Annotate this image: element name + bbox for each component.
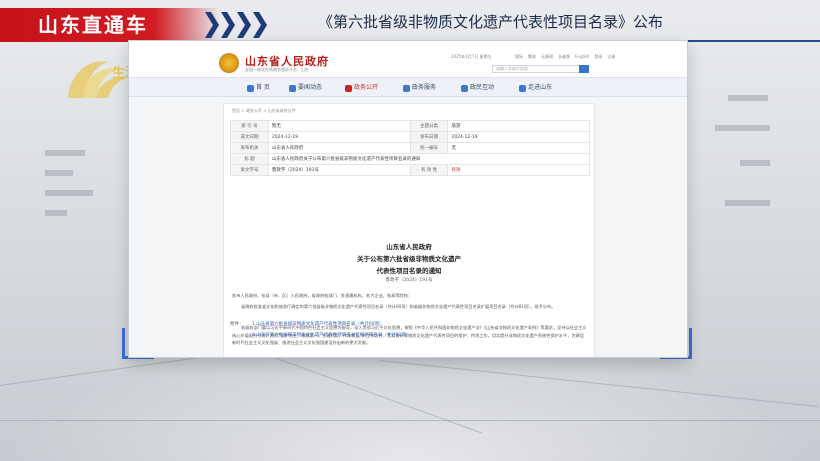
channel-logo: 山东直通车 [38,13,148,37]
meta-value: 暂无 [267,120,411,132]
government-webpage: 山东省人民政府 全国一体化在线政务服务平台 · 山东 2025年3月7日 星期五… [128,40,688,358]
chevron-decoration [205,12,267,38]
document-issuer: 山东省人民政府 [386,243,432,251]
chevron-right-icon [253,12,267,38]
document-icon [345,84,352,92]
meta-label: 主题分类 [409,120,449,132]
meta-label: 有 效 性 [409,164,449,176]
breadcrumb: 首页 > 政务公开 > 山东省政府文件 [232,108,296,113]
meta-value: 2024-12-19 [447,131,590,143]
nav-item-services[interactable]: 政务服务 [403,78,436,98]
document-title: 关于公布第六批省级非物质文化遗产 [357,255,461,263]
header-link[interactable]: 注册 [607,54,615,60]
national-emblem-icon [219,53,239,73]
attachment-link[interactable]: 1.山东省第六批省级非物质文化遗产代表性项目名录（共计60项） [252,321,384,327]
table-row: 发布机关 山东省人民政府 统一编号 无 [230,142,590,154]
table-row: 发文字号 鲁政字〔2024〕191号 有 效 性 有效 [230,164,590,176]
meta-value: 鲁政字〔2024〕191号 [267,164,411,176]
nav-item-news[interactable]: 要闻动态 [289,78,322,98]
decor-bar [740,160,770,166]
main-nav: 首 页 要闻动态 政务公开 政务服务 政民互动 走进山东 [129,77,687,97]
frame-corner [689,328,692,358]
news-icon [289,84,296,92]
header-links: 国际 繁体 无障碍 长者版 English 登录 注册 [515,54,615,60]
nav-label: 走进山东 [528,84,553,91]
decor-bar [45,150,85,156]
nav-item-interaction[interactable]: 政民互动 [461,78,494,98]
attachment-link[interactable]: 2.山东省第六批省级非物质文化遗产代表性项目名录扩展项目名录（共计81项） [252,332,411,338]
body-paragraph: 省政府批准省文化和旅游厅确定的第六批省级非物质文化遗产代表性项目名录（共计60项… [241,304,556,309]
chevron-right-icon [221,12,235,38]
meta-label: 索 引 号 [230,120,269,132]
document-metadata-table: 索 引 号 暂无 主题分类 旅游 成文日期 2024-12-19 发布日期 20… [230,120,591,176]
header-link[interactable]: English [575,54,589,60]
meta-label: 成文日期 [230,131,269,143]
decor-bar [45,210,67,216]
meta-value: 旅游 [447,120,590,132]
meta-label: 统一编号 [409,142,449,154]
chevron-right-icon [237,12,251,38]
nav-label: 要闻动态 [298,84,323,91]
table-row: 成文日期 2024-12-19 发布日期 2024-12-19 [230,131,590,143]
header-link[interactable]: 登录 [594,54,602,60]
meta-label: 发布日期 [409,131,449,143]
landmark-icon [519,84,526,92]
search-button[interactable] [579,65,589,73]
nav-label: 政务公开 [354,84,379,91]
site-subtitle: 全国一体化在线政务服务平台 · 山东 [245,67,309,72]
header-link[interactable]: 繁体 [528,54,536,60]
decor-bar [725,200,770,206]
home-icon [247,84,254,92]
validity-status: 有效 [447,164,590,176]
meta-value: 无 [447,142,590,154]
frame-corner [122,328,125,358]
meta-value: 2024-12-19 [267,131,411,143]
floor-glow [0,341,820,461]
document-title-line: 代表性项目名录的通知 [376,267,442,275]
news-headline: 《第六批省级非物质文化遗产代表性项目名录》公布 [318,13,664,31]
attachments-block: 附件： 1.山东省第六批省级非物质文化遗产代表性项目名录（共计60项） 2.山东… [222,321,582,347]
decor-bar [715,125,770,131]
site-header: 山东省人民政府 全国一体化在线政务服务平台 · 山东 2025年3月7日 星期五… [129,41,687,77]
table-row: 索 引 号 暂无 主题分类 旅游 [230,120,590,132]
document-number: 鲁政字〔2024〕191号 [385,278,433,283]
search-input[interactable]: 请输入关键字搜索 [492,65,580,73]
nav-item-about-shandong[interactable]: 走进山东 [519,78,552,98]
service-icon [403,84,410,92]
document-panel: 首页 > 政务公开 > 山东省政府文件 索 引 号 暂无 主题分类 旅游 成文日… [223,103,595,357]
decor-bar [728,95,768,101]
salutation: 各市人民政府，各县（市、区）人民政府，省政府各部门、各直属机构，各大企业，各高等… [232,293,413,298]
nav-label: 政民互动 [470,84,495,91]
nav-item-public-affairs[interactable]: 政务公开 [345,78,378,98]
meta-value: 山东省人民政府 [267,142,411,154]
meta-value: 山东省人民政府关于公布第六批省级非物质文化遗产代表性项目名录的通知 [267,153,591,165]
header-link[interactable]: 长者版 [558,54,570,60]
meta-label: 标 题 [230,153,269,165]
meta-label: 发布机关 [230,142,269,154]
header-link[interactable]: 国际 [515,54,523,60]
table-row: 标 题 山东省人民政府关于公布第六批省级非物质文化遗产代表性项目名录的通知 [230,153,591,165]
nav-label: 首 页 [256,84,270,91]
decor-bar [45,170,73,176]
chat-icon [461,84,468,92]
meta-label: 发文字号 [230,164,269,176]
attachments-label: 附件： [230,322,244,327]
header-link[interactable]: 无障碍 [541,54,553,60]
chevron-right-icon [205,12,219,38]
nav-item-home[interactable]: 首 页 [247,78,270,98]
nav-label: 政务服务 [412,84,437,91]
decor-line [0,420,820,421]
header-date: 2025年3月7日 星期五 [451,54,492,59]
decor-bar [45,190,93,196]
